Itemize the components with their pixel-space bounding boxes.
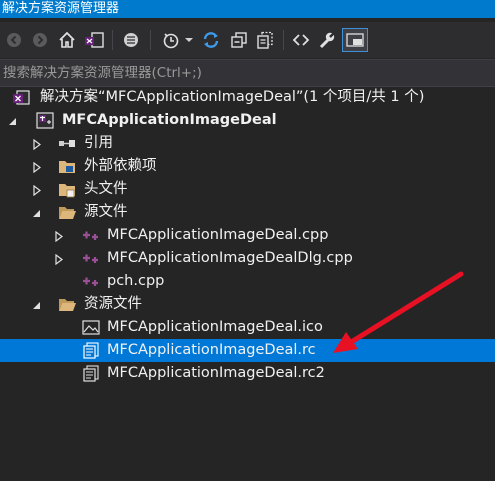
resource-file-icon [82, 365, 100, 382]
cpp-file-icon [82, 250, 100, 267]
search-bar [0, 59, 495, 87]
expand-arrow-icon[interactable] [54, 253, 64, 266]
pending-changes-filter-icon[interactable] [120, 28, 142, 52]
resource-file-icon [82, 342, 100, 359]
collapse-arrow-icon[interactable] [32, 207, 42, 218]
collapse-arrow-icon[interactable] [32, 299, 42, 310]
forward-icon[interactable] [30, 28, 50, 52]
expand-arrow-icon[interactable] [32, 161, 42, 174]
search-input[interactable] [0, 60, 495, 86]
tree-item-solution[interactable]: 解决方案“MFCApplicationImageDeal”(1 个项目/共 1 … [0, 86, 495, 109]
switch-views-icon[interactable] [82, 28, 106, 52]
tree-item-project[interactable]: MFCApplicationImageDeal [0, 109, 495, 132]
toolbar [0, 22, 495, 58]
back-icon[interactable] [4, 28, 24, 52]
show-all-files-icon[interactable] [254, 28, 276, 52]
image-file-icon [82, 319, 100, 336]
expand-arrow-icon[interactable] [32, 184, 42, 197]
tree-item-header-files[interactable]: 头文件 [0, 178, 495, 201]
refresh-icon[interactable] [199, 28, 223, 52]
project-icon [36, 112, 54, 129]
home-icon[interactable] [56, 28, 78, 52]
tree-item-label: MFCApplicationImageDeal.ico [107, 319, 323, 335]
collapse-arrow-icon[interactable] [8, 115, 18, 126]
tree-item-label: MFCApplicationImageDealDlg.cpp [107, 250, 353, 266]
tree-item-external-dependencies[interactable]: 外部依赖项 [0, 155, 495, 178]
collapse-all-icon[interactable] [228, 28, 250, 52]
tree-item-file-selected[interactable]: MFCApplicationImageDeal.rc [0, 339, 495, 362]
tree-item-label: 外部依赖项 [84, 158, 157, 174]
tree-item-label: MFCApplicationImageDeal.rc2 [107, 365, 325, 381]
solution-icon [12, 89, 30, 106]
tree-item-label: pch.cpp [107, 273, 165, 289]
properties-icon[interactable] [316, 28, 338, 52]
tree-item-references[interactable]: 引用 [0, 132, 495, 155]
tree-item-resource-files[interactable]: 资源文件 [0, 293, 495, 316]
cpp-file-icon [82, 273, 100, 290]
tree-item-file[interactable]: MFCApplicationImageDeal.cpp [0, 224, 495, 247]
references-icon [58, 135, 76, 152]
expand-arrow-icon[interactable] [32, 138, 42, 151]
folder-open-icon [58, 204, 76, 221]
folder-open-icon [58, 296, 76, 313]
tree-item-label: 资源文件 [84, 296, 142, 312]
expand-arrow-icon[interactable] [54, 230, 64, 243]
tree-item-label: 头文件 [84, 181, 128, 197]
view-code-icon[interactable] [290, 28, 312, 52]
tree-item-label: MFCApplicationImageDeal.rc [107, 342, 316, 358]
tree-item-label: MFCApplicationImageDeal.cpp [107, 227, 329, 243]
cpp-file-icon [82, 227, 100, 244]
history-icon[interactable] [160, 28, 182, 52]
tree-item-label: 引用 [84, 135, 113, 151]
window-title: 解决方案资源管理器 [0, 0, 495, 18]
external-dependencies-icon [58, 158, 76, 175]
tree-item-file[interactable]: MFCApplicationImageDeal.ico [0, 316, 495, 339]
preview-selected-icon[interactable] [342, 28, 368, 52]
tree-item-file[interactable]: pch.cpp [0, 270, 495, 293]
tree-item-source-files[interactable]: 源文件 [0, 201, 495, 224]
tree-item-label: MFCApplicationImageDeal [62, 112, 277, 128]
folder-icon [58, 181, 76, 198]
tree-item-file[interactable]: MFCApplicationImageDealDlg.cpp [0, 247, 495, 270]
tree-item-file[interactable]: MFCApplicationImageDeal.rc2 [0, 362, 495, 385]
tree-item-label: 源文件 [84, 204, 128, 220]
dropdown-icon[interactable] [183, 28, 195, 52]
tree-item-label: 解决方案“MFCApplicationImageDeal”(1 个项目/共 1 … [40, 89, 425, 105]
